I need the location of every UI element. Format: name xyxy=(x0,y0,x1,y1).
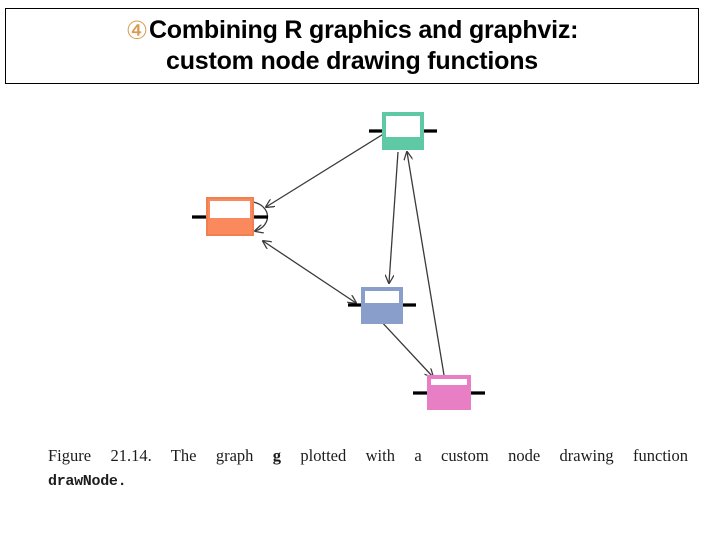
edge-teal-to-orange xyxy=(266,132,386,207)
caption-graph-variable: g xyxy=(272,446,282,465)
caption-first-line: Figure 21.14. The graph g plotted with a… xyxy=(48,444,688,467)
caption-figure-number: Figure 21.14. xyxy=(48,446,152,465)
figure-graph-region xyxy=(0,90,720,435)
caption-text-part1: The graph xyxy=(151,446,273,465)
graph-edges xyxy=(252,132,445,377)
edge-teal-to-blue xyxy=(389,151,399,283)
node-orange-empty-region xyxy=(210,201,250,218)
title-text-line2: custom node drawing functions xyxy=(166,47,538,75)
title-line-primary: ④ Combining R graphics and graphviz: xyxy=(126,15,579,46)
caption-second-line: drawNode. xyxy=(48,468,688,493)
node-teal-empty-region xyxy=(386,116,420,137)
node-blue[interactable] xyxy=(348,287,416,324)
caption-function-name: drawNode. xyxy=(48,473,127,490)
node-pink[interactable] xyxy=(413,375,485,410)
circled-digit-four-icon: ④ xyxy=(125,16,148,45)
title-box: ④ Combining R graphics and graphviz: cust… xyxy=(5,8,699,84)
node-teal[interactable] xyxy=(369,112,437,150)
caption-text-part2: plotted with a custom node drawing funct… xyxy=(281,446,688,465)
edge-orange-blue xyxy=(263,241,356,303)
graph-diagram xyxy=(192,112,485,410)
node-blue-empty-region xyxy=(365,291,399,303)
figure-caption: Figure 21.14. The graph g plotted with a… xyxy=(48,444,688,493)
title-text-line1: Combining R graphics and graphviz: xyxy=(148,16,579,44)
node-pink-empty-region xyxy=(431,379,467,385)
edge-blue-to-pink xyxy=(377,317,433,377)
slide-canvas: ④ Combining R graphics and graphviz: cust… xyxy=(0,0,720,540)
edge-pink-to-teal xyxy=(407,152,445,376)
